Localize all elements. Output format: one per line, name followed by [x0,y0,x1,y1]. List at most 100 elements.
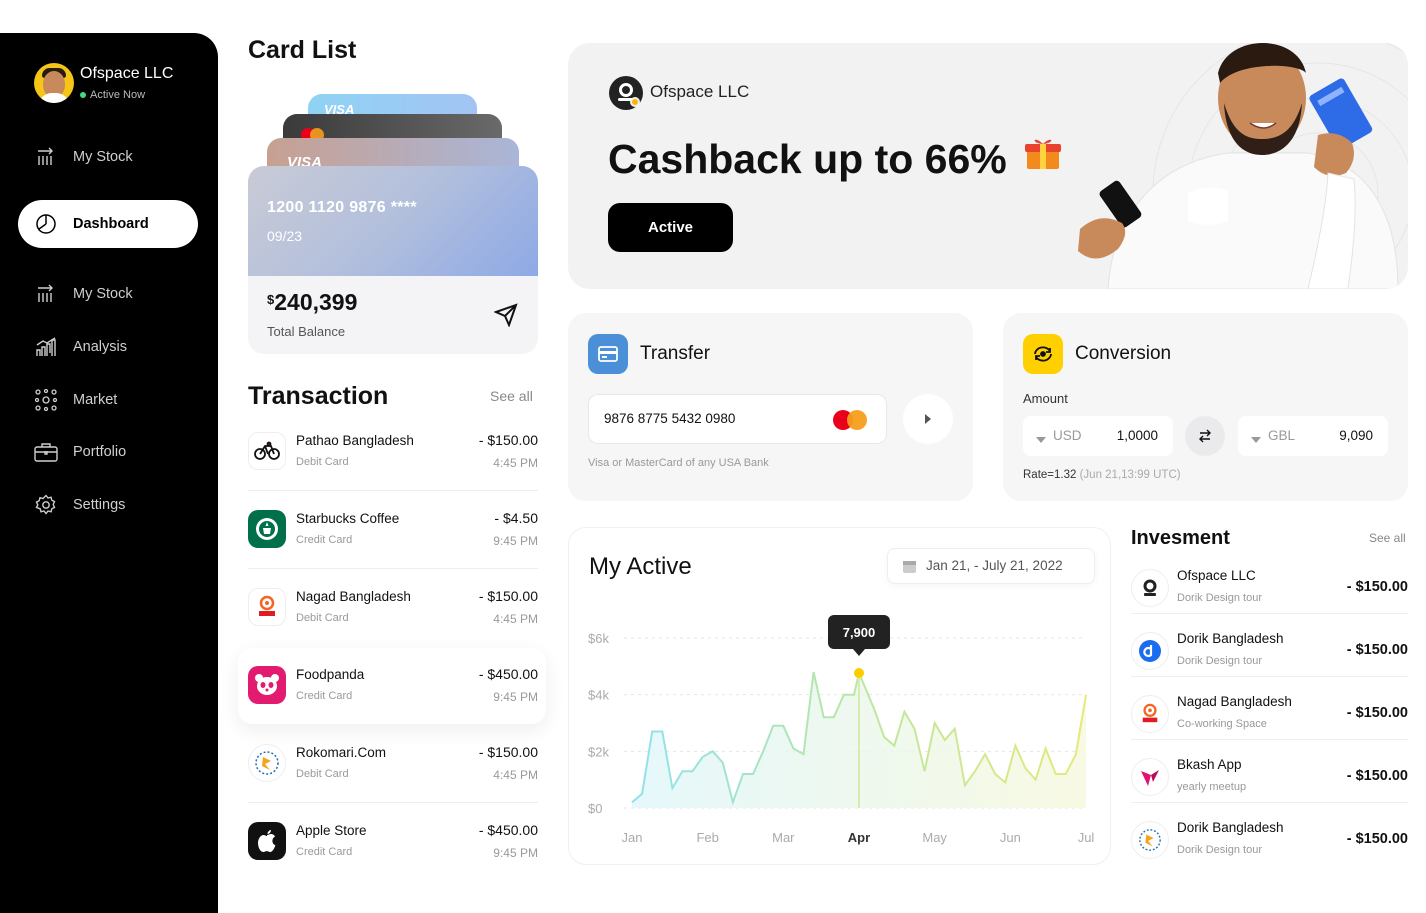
y-tick-label: $0 [588,801,602,816]
transaction-row[interactable]: Foodpanda Credit Card - $450.00 9:45 PM [248,662,538,724]
divider [1131,676,1408,677]
transaction-type: Credit Card [296,690,353,702]
transaction-amount: - $150.00 [478,432,538,448]
calendar-icon [902,559,917,579]
conversion-panel: Conversion Amount USD 1,0000 GBL 9,090 R… [1003,313,1408,501]
investment-subtitle: yearly meetup [1177,781,1247,793]
transaction-time: 9:45 PM [493,846,538,860]
active-button[interactable]: Active [608,203,733,252]
transaction-row[interactable]: Starbucks Coffee Credit Card - $4.50 9:4… [248,506,538,568]
investment-subtitle: Dorik Design tour [1177,655,1262,667]
swap-icon [1199,429,1211,443]
activity-area-chart[interactable]: $0 $2k $4k $6k Jan Feb Mar Apr May Jun Jul 7,900 [568,600,1111,860]
chart-tooltip: 7,900 [828,615,890,656]
investment-row[interactable]: Bkash App yearly meetup - $150.00 [1131,755,1408,818]
transaction-amount: - $150.00 [478,588,538,604]
x-tick-label: May [922,830,947,845]
transfer-panel: Transfer 9876 8775 5432 0980 Visa or Mas… [568,313,973,501]
highlight-point[interactable] [854,668,864,678]
sidebar-item-market[interactable]: Market [18,380,198,420]
org-name: Ofspace LLC [80,65,174,82]
card-number: 1200 1120 9876 **** [267,199,417,216]
transaction-type: Debit Card [296,768,349,780]
card-number-input[interactable]: 9876 8775 5432 0980 [588,394,887,444]
nagad-icon [248,588,286,626]
rate-text: Rate=1.32 (Jun 21,13:99 UTC) [1023,469,1181,481]
transfer-title: Transfer [640,343,711,364]
sidebar-item-my-stock-2[interactable]: My Stock [18,274,198,314]
card-list-title: Card List [248,36,357,64]
transaction-row[interactable]: Apple Store Credit Card - $450.00 9:45 P… [248,818,538,880]
bicycle-icon [248,432,286,470]
credit-card-front[interactable]: 1200 1120 9876 **** 09/23 [248,166,538,276]
avatar[interactable] [34,63,74,103]
divider [1131,613,1408,614]
to-value: 9,090 [1339,428,1373,443]
investment-name: Dorik Bangladesh [1177,631,1284,646]
transactions-see-all-link[interactable]: See all [490,388,533,404]
next-arrow-button[interactable] [903,394,953,444]
online-dot-icon [80,92,86,98]
to-currency-select[interactable]: GBL 9,090 [1238,416,1388,456]
transaction-time: 4:45 PM [493,456,538,470]
transaction-amount: - $450.00 [478,822,538,838]
date-range-picker[interactable]: Jan 21, - July 21, 2022 [887,548,1095,584]
x-tick-label: Jul [1078,830,1095,845]
sidebar-item-my-stock[interactable]: My Stock [18,137,198,177]
divider [248,802,538,803]
transaction-type: Credit Card [296,534,353,546]
investment-row[interactable]: Dorik Bangladesh Dorik Design tour - $15… [1131,629,1408,692]
amount-label: Amount [1023,391,1068,406]
gift-icon [1024,134,1062,181]
from-currency-select[interactable]: USD 1,0000 [1023,416,1173,456]
y-tick-label: $4k [588,688,609,703]
apple-icon [248,822,286,860]
transaction-row[interactable]: Rokomari.Com Debit Card - $150.00 4:45 P… [248,740,538,802]
sidebar: Ofspace LLC Active Now My Stock Dashboar… [0,33,218,913]
divider [248,568,538,569]
investment-subtitle: Co-working Space [1177,718,1267,730]
investment-amount: - $150.00 [1346,768,1408,784]
transaction-name: Nagad Bangladesh [296,589,411,604]
total-balance-value: 240,399 [274,289,358,315]
transaction-name: Starbucks Coffee [296,511,400,526]
total-balance-label: Total Balance [267,324,346,339]
promo-banner: Ofspace LLC Cashback up to 66% Active [568,43,1408,289]
x-tick-label: Jun [1000,830,1021,845]
sidebar-item-portfolio[interactable]: Portfolio [18,432,198,472]
credit-card-icon [588,334,628,374]
swap-currency-button[interactable] [1185,416,1225,456]
investment-row[interactable]: Ofspace LLC Dorik Design tour - $150.00 [1131,566,1408,629]
transfer-hint: Visa or MasterCard of any USA Bank [588,457,769,469]
x-tick-label: Apr [848,830,870,845]
dorik-icon [1131,632,1169,670]
sidebar-item-analysis[interactable]: Analysis [18,327,198,367]
investment-title: Invesment [1131,527,1230,549]
rate-time: (Jun 21,13:99 UTC) [1079,469,1181,481]
investment-amount: - $150.00 [1346,831,1408,847]
transaction-time: 9:45 PM [493,534,538,548]
transaction-name: Rokomari.Com [296,745,387,760]
investment-name: Bkash App [1177,757,1242,772]
investment-see-all-link[interactable]: See all [1369,531,1406,545]
investment-row[interactable]: Nagad Bangladesh Co-working Space - $150… [1131,692,1408,755]
x-tick-label: Mar [772,830,795,845]
rate-value: Rate=1.32 [1023,469,1077,481]
stock-icon [18,284,73,304]
sidebar-item-dashboard[interactable]: Dashboard [18,200,198,248]
from-value: 1,0000 [1116,428,1158,443]
to-currency: GBL [1268,428,1296,443]
status-indicator: Active Now [80,89,145,101]
sidebar-item-settings[interactable]: Settings [18,485,198,525]
send-icon[interactable] [493,303,518,332]
transaction-row[interactable]: Nagad Bangladesh Debit Card - $150.00 4:… [248,584,538,646]
mastercard-icon [832,409,872,436]
sidebar-item-label: Portfolio [73,444,127,460]
tooltip-value: 7,900 [843,625,876,640]
conversion-title: Conversion [1075,343,1172,364]
transaction-row[interactable]: Pathao Bangladesh Debit Card - $150.00 4… [248,428,538,490]
caret-down-icon [1036,430,1046,448]
investment-amount: - $150.00 [1346,642,1408,658]
investment-row[interactable]: Dorik Bangladesh Dorik Design tour - $15… [1131,818,1408,881]
transaction-amount: - $450.00 [478,666,538,682]
